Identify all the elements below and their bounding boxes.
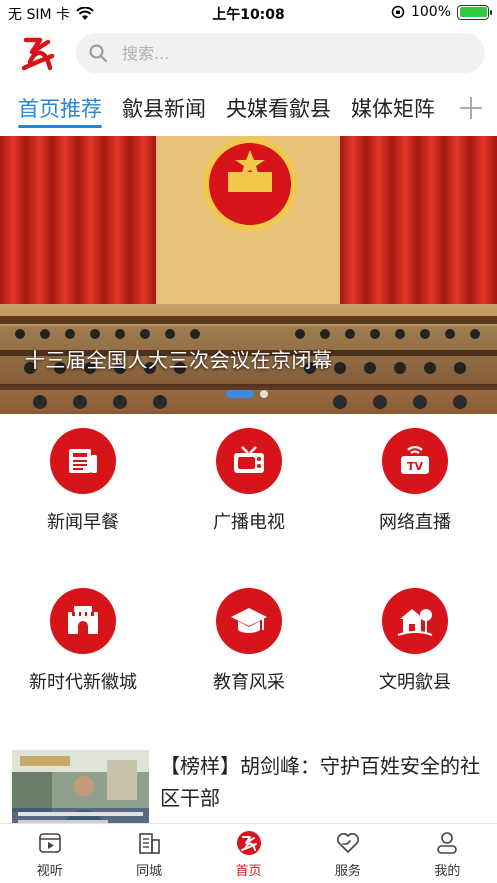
tab-home-recommend[interactable]: 首页推荐 xyxy=(18,86,102,132)
city-gate-icon xyxy=(50,588,116,654)
app-logo-icon[interactable] xyxy=(18,34,58,74)
status-bar: 无 SIM 卡 上午10:08 100% xyxy=(0,0,497,26)
tab-fade xyxy=(427,86,457,132)
app-root: 无 SIM 卡 上午10:08 100% 搜索... 首页推荐 歙县新闻 央媒看… xyxy=(0,0,497,883)
battery-fill xyxy=(459,7,487,17)
grid-item-news-breakfast[interactable]: 新闻早餐 xyxy=(0,428,166,534)
nav-service[interactable]: 服务 xyxy=(298,824,397,883)
channel-tabs: 首页推荐 歙县新闻 央媒看歙县 媒体矩阵 xyxy=(0,86,497,132)
heart-hand-icon xyxy=(336,833,359,853)
video-icon xyxy=(38,833,61,853)
banner-carousel[interactable]: 十三届全国人大三次会议在京闭幕 xyxy=(0,136,497,414)
nav-home[interactable]: 首页 xyxy=(199,824,298,883)
orientation-lock-icon xyxy=(391,5,405,19)
grid-item-civilized-shexian[interactable]: 文明歙县 xyxy=(332,588,497,694)
retro-tv-icon xyxy=(216,428,282,494)
header xyxy=(0,28,497,80)
tab-central-media[interactable]: 央媒看歙县 xyxy=(226,86,331,132)
carousel-dot-active[interactable] xyxy=(226,390,254,398)
carousel-indicator xyxy=(226,390,268,398)
house-tree-icon xyxy=(382,588,448,654)
grid-label: 新闻早餐 xyxy=(47,512,119,533)
nav-profile[interactable]: 我的 xyxy=(398,824,497,883)
search-input[interactable] xyxy=(122,43,422,63)
search-bar[interactable] xyxy=(76,33,485,73)
grid-label: 新时代新徽城 xyxy=(29,672,137,693)
nav-local[interactable]: 同城 xyxy=(99,824,198,883)
nav-label: 服务 xyxy=(334,864,361,879)
nav-label: 首页 xyxy=(235,864,262,879)
news-title: 【榜样】胡剑峰：守护百姓安全的社区干部 xyxy=(160,754,480,810)
battery-percent: 100% xyxy=(410,4,451,20)
graduation-cap-icon xyxy=(216,588,282,654)
nav-label: 我的 xyxy=(434,864,461,879)
carousel-dot[interactable] xyxy=(260,390,268,398)
nav-label: 同城 xyxy=(136,864,163,879)
live-tv-icon: TV xyxy=(382,428,448,494)
grid-item-live-stream[interactable]: TV 网络直播 xyxy=(332,428,497,534)
grid-item-broadcast-tv[interactable]: 广播电视 xyxy=(166,428,332,534)
city-building-icon xyxy=(139,833,160,854)
grid-label: 广播电视 xyxy=(213,512,285,533)
banner-caption: 十三届全国人大三次会议在京闭幕 xyxy=(25,348,333,372)
grid-label: 教育风采 xyxy=(213,672,285,693)
bottom-nav: 视听 同城 首页 服务 我的 xyxy=(0,823,497,883)
grid-item-new-era-city[interactable]: 新时代新徽城 xyxy=(0,588,166,694)
newspaper-icon xyxy=(50,428,116,494)
battery-icon xyxy=(457,4,492,20)
home-logo-icon xyxy=(236,831,261,855)
news-item[interactable]: 【榜样】胡剑峰：守护百姓安全的社区干部 xyxy=(0,738,497,828)
grid-label: 网络直播 xyxy=(379,512,451,533)
search-icon xyxy=(89,44,107,62)
grid-label: 文明歙县 xyxy=(379,672,451,693)
tab-shexian-news[interactable]: 歙县新闻 xyxy=(122,86,206,132)
nav-label: 视听 xyxy=(36,864,63,879)
profile-icon xyxy=(437,832,458,854)
add-channel-icon[interactable] xyxy=(457,94,485,122)
nav-video[interactable]: 视听 xyxy=(0,824,99,883)
grid-item-education[interactable]: 教育风采 xyxy=(166,588,332,694)
svg-text:TV: TV xyxy=(407,460,424,473)
tab-media-matrix[interactable]: 媒体矩阵 xyxy=(351,86,435,132)
news-thumbnail xyxy=(12,750,149,828)
